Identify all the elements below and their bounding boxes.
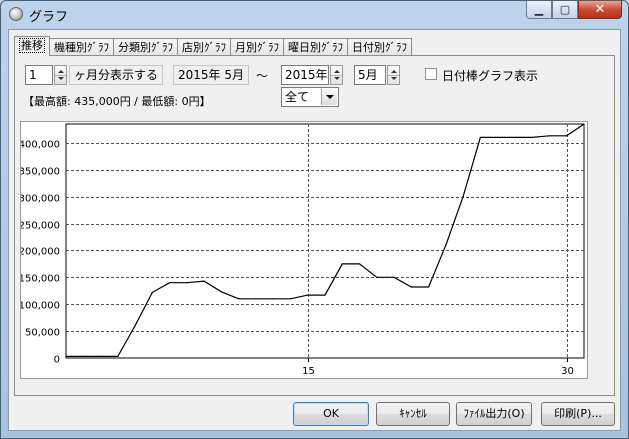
tab-date[interactable]: 日付別ｸﾞﾗﾌ: [347, 38, 412, 56]
tab-label: 月別ｸﾞﾗﾌ: [235, 41, 279, 54]
data-point: [289, 298, 292, 300]
print-button[interactable]: 印刷(P)...: [541, 402, 615, 426]
months-input[interactable]: 1: [25, 65, 53, 85]
maximize-icon: ▢: [559, 3, 571, 16]
data-point: [531, 136, 533, 139]
months-label: ヶ月分表示する: [69, 65, 163, 85]
data-point: [548, 135, 551, 137]
data-point: [566, 135, 568, 137]
y-tick-label: 150,000: [21, 274, 60, 285]
close-icon: ✕: [594, 2, 606, 17]
y-tick-label: 300,000: [21, 194, 60, 205]
tab-label: 分類別ｸﾞﾗﾌ: [118, 41, 173, 54]
data-point: [117, 355, 119, 357]
title-bar[interactable]: グラフ ▁ ▢ ✕: [1, 1, 628, 28]
data-point: [238, 298, 240, 300]
data-point: [82, 355, 84, 357]
end-month-spinner[interactable]: [387, 65, 400, 85]
data-point: [514, 136, 516, 139]
range-separator: ～: [256, 69, 269, 83]
data-point: [220, 291, 222, 293]
data-point: [151, 291, 153, 293]
x-tick-label: 30: [561, 366, 574, 377]
y-tick-label: 100,000: [21, 301, 60, 312]
data-point: [341, 263, 343, 265]
cancel-button[interactable]: ｷｬﾝｾﾙ: [376, 402, 450, 426]
x-tick-label: 15: [302, 366, 315, 377]
bar-graph-label: 日付棒グラフ表示: [442, 69, 539, 83]
spin-up-icon: [391, 70, 397, 73]
plot-frame: [65, 123, 585, 359]
end-month-input[interactable]: 5月: [354, 65, 386, 85]
spin-down-icon: [58, 77, 64, 80]
y-tick-label: 0: [54, 355, 60, 366]
tab-strip: 推移 機種別ｸﾞﾗﾌ 分類別ｸﾞﾗﾌ 店別ｸﾞﾗﾌ 月別ｸﾞﾗﾌ 曜日別ｸﾞﾗﾌ…: [14, 36, 412, 56]
minimize-button[interactable]: ▁: [526, 1, 552, 19]
data-point: [410, 286, 412, 288]
spin-up-icon: [334, 70, 340, 73]
window-controls: ▁ ▢ ✕: [526, 1, 622, 19]
tab-weekday[interactable]: 曜日別ｸﾞﾗﾌ: [283, 38, 348, 56]
graph-window: グラフ ▁ ▢ ✕ 推移 機種別ｸﾞﾗﾌ 分類別ｸﾞﾗﾌ 店別ｸﾞﾗﾌ 月別ｸﾞ…: [0, 0, 629, 439]
trend-chart: 0 50,000 100,000 150,000 200,000 250,000 300,0…: [19, 123, 585, 377]
data-point: [583, 123, 585, 125]
close-button[interactable]: ✕: [578, 1, 622, 19]
data-point: [99, 355, 102, 357]
tab-label: 曜日別ｸﾞﾗﾌ: [288, 41, 343, 54]
tab-label: 店別ｸﾞﾗﾌ: [182, 41, 226, 54]
data-point: [307, 294, 309, 296]
chart-area: 0 50,000 100,000 150,000 200,000 250,000 300,0…: [19, 121, 588, 379]
data-point: [462, 196, 464, 198]
summary-text: 【最高額: 435,000円 / 最低額: 0円】: [23, 95, 211, 108]
data-point: [134, 325, 136, 327]
data-point: [376, 276, 378, 278]
tab-model[interactable]: 機種別ｸﾞﾗﾌ: [49, 38, 114, 56]
data-point: [479, 136, 481, 139]
minimize-icon: ▁: [534, 3, 544, 16]
spin-up-icon: [58, 70, 64, 73]
y-tick-label: 400,000: [21, 140, 60, 151]
data-point: [445, 244, 447, 246]
tab-month[interactable]: 月別ｸﾞﾗﾌ: [230, 38, 284, 56]
y-tick-label: 350,000: [21, 167, 60, 178]
end-year-spinner[interactable]: [330, 65, 343, 85]
window-title: グラフ: [29, 10, 69, 25]
data-point: [255, 298, 257, 300]
tab-label: 推移: [19, 38, 45, 53]
data-point: [358, 263, 361, 265]
data-point: [203, 280, 205, 282]
months-spinner[interactable]: [54, 65, 67, 85]
tab-store[interactable]: 店別ｸﾞﾗﾌ: [177, 38, 231, 56]
maximize-button[interactable]: ▢: [552, 1, 578, 19]
filter-select[interactable]: 全て: [281, 87, 339, 107]
tab-label: 日付別ｸﾞﾗﾌ: [352, 41, 407, 54]
chevron-down-icon: [321, 89, 337, 105]
tab-label: 機種別ｸﾞﾗﾌ: [54, 41, 109, 54]
data-point: [65, 355, 67, 357]
data-point: [186, 282, 188, 284]
spin-down-icon: [334, 77, 340, 80]
y-tick-label: 250,000: [21, 221, 60, 232]
bar-graph-checkbox[interactable]: [425, 68, 437, 80]
app-disc-icon: [9, 7, 23, 21]
y-tick-label: 50,000: [25, 328, 60, 339]
filter-value: 全て: [285, 90, 310, 104]
data-point: [393, 276, 395, 278]
data-point: [324, 294, 326, 296]
data-point: [497, 136, 499, 139]
y-tick-label: 200,000: [21, 247, 60, 258]
tab-category[interactable]: 分類別ｸﾞﾗﾌ: [113, 38, 178, 56]
end-year-input[interactable]: 2015年: [281, 65, 329, 85]
start-period: 2015年 5月: [173, 65, 249, 85]
data-point: [428, 286, 430, 288]
ok-button[interactable]: OK: [293, 402, 369, 426]
data-point: [272, 298, 274, 300]
spin-down-icon: [391, 77, 397, 80]
data-point: [169, 282, 171, 284]
file-output-button[interactable]: ﾌｧｲﾙ出力(O): [456, 402, 532, 426]
tab-trend[interactable]: 推移: [14, 36, 50, 56]
